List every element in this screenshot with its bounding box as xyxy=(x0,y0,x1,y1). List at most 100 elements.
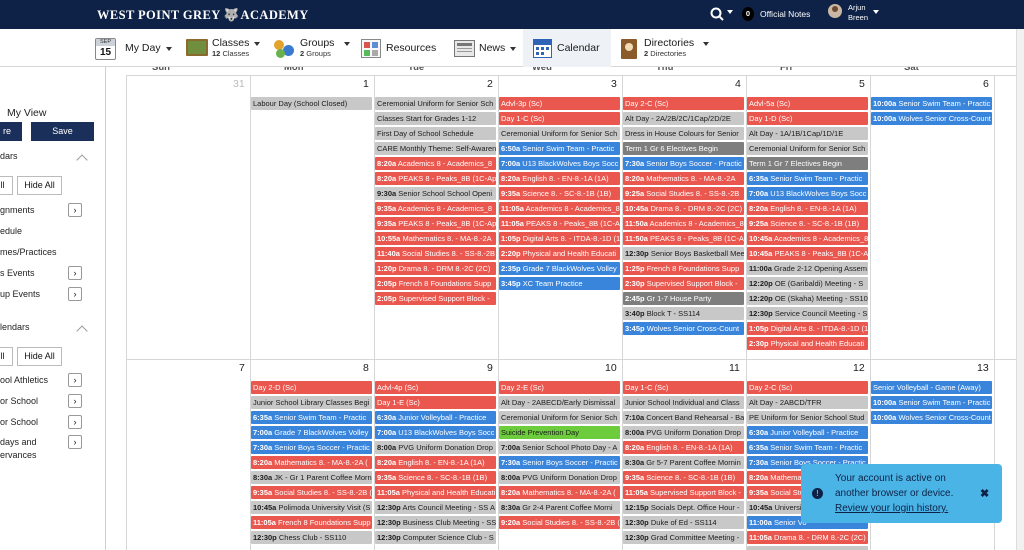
calendar-event[interactable]: 7:00a Grade 7 BlackWolves Volley xyxy=(251,426,372,439)
calendar-event[interactable]: 11:05a Drama 8. - DRM 8.-2C (2C) xyxy=(747,531,868,544)
calendar-item-class-events[interactable]: s Events xyxy=(0,268,35,278)
calendar-event[interactable]: 6:30a Junior Volleyball - Practice xyxy=(375,411,496,424)
calendar-event[interactable]: 12:20p OE (Skaha) Meeting - SS108 xyxy=(747,292,868,305)
calendar-event[interactable]: 10:00a Wolves Senior Cross-Count xyxy=(871,112,992,125)
official-notes-link[interactable]: Official Notes xyxy=(760,9,810,19)
calendar-event[interactable]: Day 2-D (Sc) xyxy=(251,381,372,394)
calendar-event[interactable]: 12:30p Arts Council Meeting - SS A xyxy=(375,501,496,514)
calendar-item-games-practices[interactable]: mes/Practices xyxy=(0,247,57,257)
calendar-event[interactable]: 11:50a PEAKS 8 - Peaks_8B (1C-Ap) xyxy=(623,232,744,245)
day-number[interactable]: 9 xyxy=(487,362,493,374)
calendar-event[interactable]: 10:00a Wolves Senior Cross-Count xyxy=(871,411,992,424)
calendar-event[interactable]: 9:20a Social Studies 8. - SS-8.-2B ( xyxy=(499,516,620,529)
calendar-item-junior-school[interactable]: or School xyxy=(0,396,38,406)
calendar-event[interactable]: 11:05a French 8 Foundations Supp xyxy=(251,516,372,529)
nav-my-day[interactable]: SEP 15 My Day xyxy=(95,29,177,67)
hide-all-button[interactable]: Hide All xyxy=(17,176,62,195)
calendar-event[interactable]: 9:25a Science 8. - SC-8.-1B (1B) xyxy=(747,217,868,230)
calendar-event[interactable]: 11:05a Physical and Health Educati xyxy=(375,486,496,499)
calendar-event[interactable]: 10:00a Senior Swim Team - Practic xyxy=(871,396,992,409)
calendar-event[interactable]: 1:25p French 8 Foundations Supp xyxy=(623,262,744,275)
calendar-event[interactable]: 3:45p Wolves Senior Cross-Count xyxy=(623,322,744,335)
calendar-event[interactable]: 8:00a PVG Uniform Donation Drop xyxy=(375,441,496,454)
calendar-event[interactable]: 9:35a Science 8. - SC-8.-1B (1B) xyxy=(375,471,496,484)
calendar-event[interactable]: 8:20a English 8. - EN-8.-1A (1A) xyxy=(623,441,744,454)
calendar-event[interactable]: Dress in House Colours for Senior xyxy=(623,127,744,140)
nav-groups[interactable]: Groups 2 Groups xyxy=(273,29,353,67)
calendar-event[interactable]: 11:50a Academics 8 - Academics_8 xyxy=(623,217,744,230)
calendar-event[interactable]: 9:30a Senior School School Openi xyxy=(375,187,496,200)
calendar-event[interactable]: 11:40a Social Studies 8. - SS-8.-2B xyxy=(375,247,496,260)
calendar-event[interactable]: 8:30a Gr 5-7 Parent Coffee Mornin xyxy=(623,456,744,469)
calendar-event[interactable]: CARE Monthly Theme: Self-Awaren xyxy=(375,142,496,155)
search-icon[interactable] xyxy=(709,6,727,22)
close-icon[interactable]: ✖ xyxy=(980,487,989,500)
hide-all-button[interactable]: Hide All xyxy=(17,347,62,366)
nav-news[interactable]: News xyxy=(454,29,522,67)
nav-directories[interactable]: Directories 2 Directories xyxy=(621,29,717,67)
day-number[interactable]: 10 xyxy=(605,362,617,374)
calendar-event[interactable]: Advl-4p (Sc) xyxy=(375,381,496,394)
calendar-item-holidays[interactable]: days and xyxy=(0,437,37,447)
calendar-event[interactable]: Day 1-E (Sc) xyxy=(375,396,496,409)
nav-resources[interactable]: Resources xyxy=(361,29,441,67)
calendar-event[interactable]: 8:20a English 8. - EN-8.-1A (1A) xyxy=(499,172,620,185)
calendar-event[interactable]: First Day of School Schedule xyxy=(375,127,496,140)
calendar-event[interactable]: Junior School Individual and Class xyxy=(623,396,744,409)
calendar-event[interactable]: 7:30a Senior Boys Soccer - Practic xyxy=(251,441,372,454)
chevron-right-icon[interactable]: › xyxy=(68,203,82,217)
day-number[interactable]: 13 xyxy=(977,362,989,374)
show-all-button[interactable]: ll xyxy=(0,347,13,366)
calendar-event[interactable]: 7:00a U13 BlackWolves Boys Socc xyxy=(375,426,496,439)
calendar-event[interactable]: Alt Day - 2ABECD/Early Dismissal xyxy=(499,396,620,409)
day-number[interactable]: 31 xyxy=(233,78,245,90)
calendar-event[interactable]: 6:35a Senior Swim Team - Practic xyxy=(747,172,868,185)
calendar-event[interactable]: Day 2-E (Sc) xyxy=(499,381,620,394)
calendar-item-athletics[interactable]: ool Athletics xyxy=(0,375,48,385)
calendar-event[interactable]: Alt Day - 1A/1B/1Cap/1D/1E xyxy=(747,127,868,140)
calendar-event[interactable]: 8:30a JK - Gr 1 Parent Coffee Morn xyxy=(251,471,372,484)
calendar-event[interactable]: 6:30a Junior Volleyball - Practice xyxy=(747,426,868,439)
official-notes-count[interactable]: 0 xyxy=(742,7,754,21)
calendar-event[interactable]: Ceremonial Uniform for Senior Sch xyxy=(499,411,620,424)
show-all-button[interactable]: ll xyxy=(0,176,13,195)
chevron-right-icon[interactable]: › xyxy=(68,415,82,429)
calendar-event[interactable]: Senior Volleyball - Game (Away) xyxy=(871,381,992,394)
calendar-event[interactable]: 12:30p Chess Club - SS110 xyxy=(251,531,372,544)
calendar-event[interactable]: Alt Day - 2A/2B/2C/1Cap/2D/2E xyxy=(623,112,744,125)
user-last-name[interactable]: Breen xyxy=(848,13,868,22)
calendar-event[interactable]: 2:20p Physical and Health Educati xyxy=(499,247,620,260)
calendar-event[interactable]: 7:00a U13 BlackWolves Boys Socc xyxy=(747,187,868,200)
calendar-event[interactable]: 2:45p Gr 1-7 House Party xyxy=(623,292,744,305)
calendar-event[interactable]: 7:00a U13 BlackWolves Boys Socc xyxy=(499,157,620,170)
calendar-item-senior-school[interactable]: or School xyxy=(0,417,38,427)
calendar-event[interactable]: Day 2-C (Sc) xyxy=(623,97,744,110)
user-first-name[interactable]: Arjun xyxy=(848,3,866,12)
calendar-event[interactable]: Ceremonial Uniform for Senior Sch xyxy=(747,142,868,155)
nav-calendar[interactable]: Calendar xyxy=(523,29,611,67)
calendar-event[interactable]: Classes Start for Grades 1-12 xyxy=(375,112,496,125)
calendar-event[interactable]: 7:00a Senior School Photo Day - A xyxy=(499,441,620,454)
calendar-event[interactable]: Advl-5a (Sc) xyxy=(747,97,868,110)
save-view-button[interactable]: Save xyxy=(31,122,94,141)
calendar-event[interactable]: 7:10a Concert Band Rehearsal - Ba xyxy=(623,411,744,424)
calendar-event[interactable]: 12:30p Duke of Ed - SS114 xyxy=(623,516,744,529)
calendar-event[interactable]: Suicide Prevention Day xyxy=(499,426,620,439)
calendar-event[interactable]: 12:30p Service Council Meeting - S xyxy=(747,307,868,320)
page-scrollbar[interactable] xyxy=(1016,29,1024,550)
calendar-event[interactable]: 3:45p XC Team Practice xyxy=(499,277,620,290)
calendar-event[interactable]: Term 1 Gr 7 Electives Begin xyxy=(747,157,868,170)
calendar-event[interactable]: 10:45a Polimoda University Visit (S xyxy=(251,501,372,514)
calendar-event[interactable]: 11:05a Academics 8 - Academics_8 xyxy=(499,202,620,215)
calendar-item-observances[interactable]: ervances xyxy=(0,450,37,460)
calendar-event[interactable]: 9:35a Science 8. - SC-8.-1B (1B) xyxy=(623,471,744,484)
calendar-event[interactable]: 11:05a Supervised Support Block - xyxy=(623,486,744,499)
calendar-event[interactable]: 2:05p French 8 Foundations Supp xyxy=(375,277,496,290)
calendar-event[interactable]: 3:40p Block T - SS114 xyxy=(623,307,744,320)
calendar-event[interactable]: 9:35a Academics 8 - Academics_8 xyxy=(375,202,496,215)
calendar-event[interactable]: 8:20a Mathematics 8. - MA-8.-2A ( xyxy=(251,456,372,469)
calendar-event[interactable]: 6:50a Senior Swim Team - Practic xyxy=(499,142,620,155)
nav-classes[interactable]: Classes 12 Classes xyxy=(186,29,266,67)
calendar-event[interactable]: 6:35a Senior Swim Team - Practic xyxy=(747,441,868,454)
calendar-event[interactable]: 9:35a Social Studies 8. - SS-8.-2B ( xyxy=(251,486,372,499)
